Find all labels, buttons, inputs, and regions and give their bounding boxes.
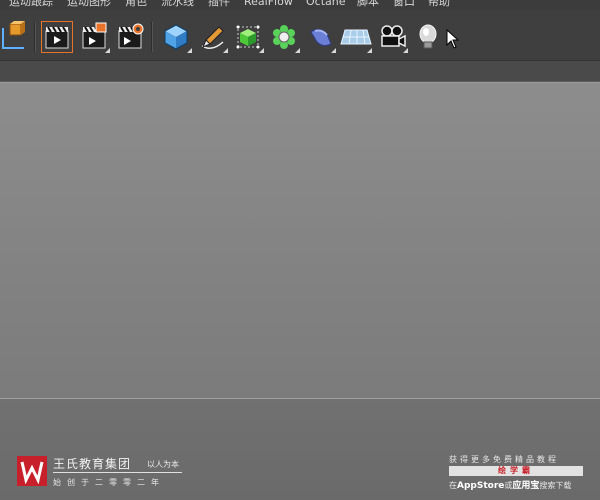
floor-plane-icon[interactable] bbox=[339, 20, 373, 54]
promo-highlight-box: 绘学霸 bbox=[449, 466, 583, 476]
menu-window[interactable]: 窗口 bbox=[393, 0, 415, 9]
menu-pipeline[interactable]: 流水线 bbox=[161, 0, 194, 9]
subdivision-surface-icon[interactable] bbox=[231, 20, 265, 54]
promo-store-yingyongbao: 应用宝 bbox=[512, 481, 540, 491]
promo-store-appstore: AppStore bbox=[457, 481, 505, 491]
brand-tagline: 以人为本 bbox=[147, 460, 179, 469]
menu-octane[interactable]: Octane bbox=[306, 0, 346, 9]
brand-divider bbox=[53, 472, 182, 473]
deformer-bend-icon[interactable] bbox=[303, 20, 337, 54]
menu-help[interactable]: 帮助 bbox=[428, 0, 450, 9]
promo-download-text: 在AppStore或应用宝搜索下载 bbox=[449, 478, 571, 491]
promo-highlight: 绘学霸 bbox=[498, 466, 534, 475]
promo-text: 获得更多免费精品教程 bbox=[449, 455, 559, 464]
toolbar-separator bbox=[34, 22, 36, 52]
brand-logo-icon bbox=[17, 456, 47, 486]
brand-founded: 始创于二零零二年 bbox=[53, 478, 165, 487]
brand-name: 王氏教育集团 bbox=[53, 457, 132, 471]
menu-realflow[interactable]: RealFlow bbox=[244, 0, 293, 9]
menu-mograph[interactable]: 运动图形 bbox=[67, 0, 111, 9]
menu-plugins[interactable]: 插件 bbox=[208, 0, 230, 9]
menu-character[interactable]: 角色 bbox=[125, 0, 147, 9]
promo-suffix: 搜索下载 bbox=[539, 481, 572, 490]
light-bulb-icon[interactable] bbox=[411, 20, 445, 54]
render-settings-icon[interactable] bbox=[113, 20, 147, 54]
attribute-strip bbox=[0, 60, 600, 82]
mouse-cursor-icon bbox=[446, 29, 460, 49]
toolbar-separator bbox=[151, 22, 153, 52]
cloner-flower-icon[interactable] bbox=[267, 20, 301, 54]
viewport-3d[interactable] bbox=[0, 82, 600, 398]
camera-icon[interactable] bbox=[375, 20, 409, 54]
render-picture-viewer-icon[interactable] bbox=[77, 20, 111, 54]
cube-icon[interactable] bbox=[159, 20, 193, 54]
menu-motion-tracking[interactable]: 运动跟踪 bbox=[9, 0, 53, 9]
pen-spline-icon[interactable] bbox=[195, 20, 229, 54]
coordinate-axes-icon[interactable] bbox=[0, 20, 28, 54]
promo-prefix: 在 bbox=[449, 481, 457, 490]
toolbar bbox=[0, 10, 600, 60]
menu-script[interactable]: 脚本 bbox=[357, 0, 379, 9]
menu-bar: 运动跟踪 运动图形 角色 流水线 插件 RealFlow Octane 脚本 窗… bbox=[0, 0, 600, 10]
render-view-icon[interactable] bbox=[40, 20, 74, 54]
